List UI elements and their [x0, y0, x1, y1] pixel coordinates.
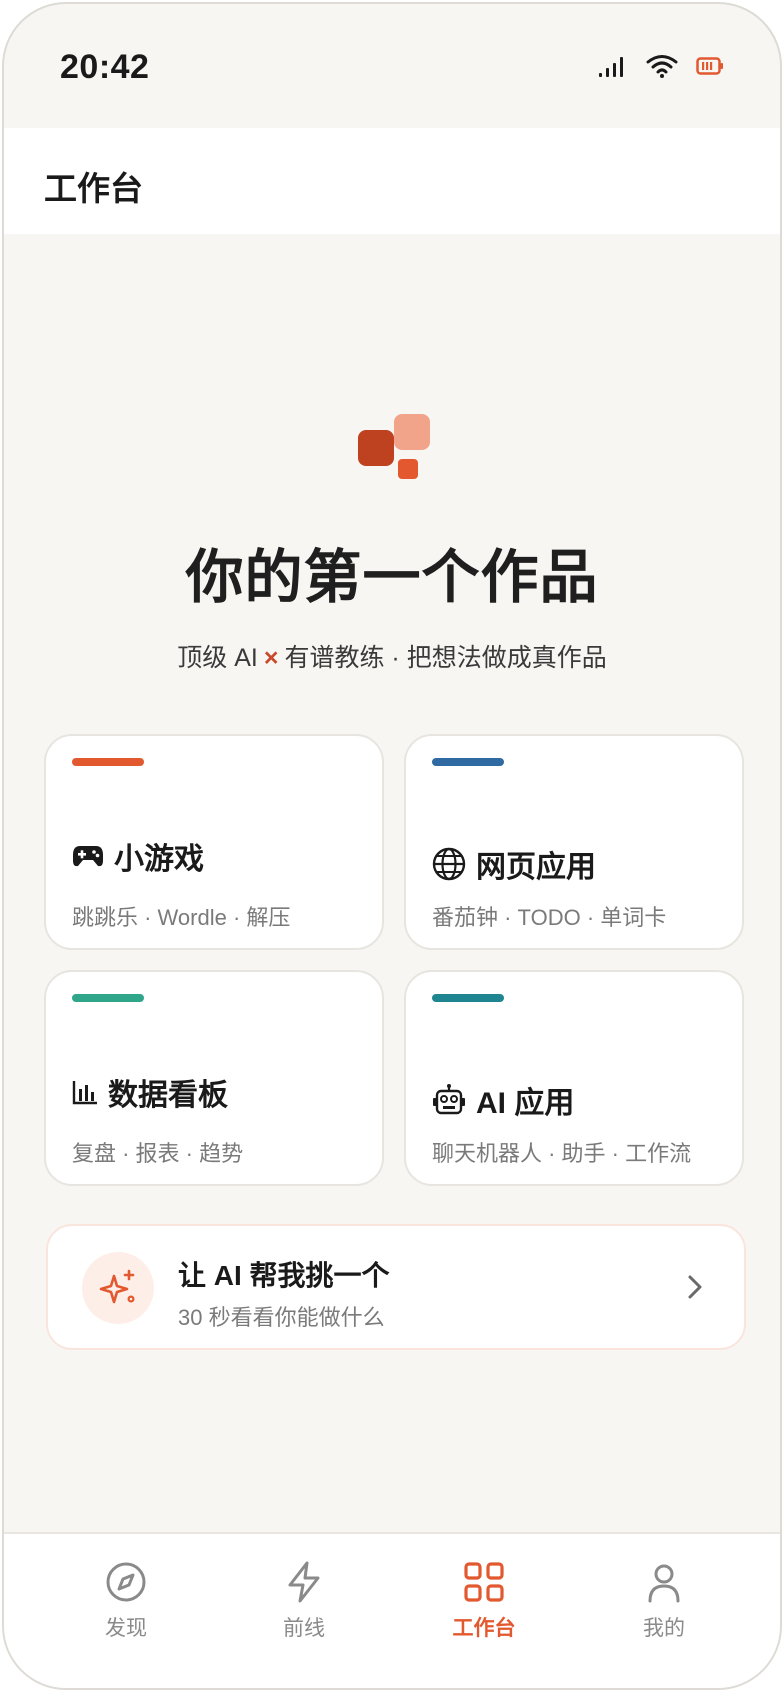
- nav-item-discover[interactable]: 发现: [66, 1560, 186, 1642]
- lightning-icon: [244, 1560, 364, 1604]
- x-mark: ×: [263, 644, 279, 672]
- status-time: 20:42: [60, 48, 150, 86]
- nav-label: 工作台: [452, 1617, 516, 1640]
- chevron-right-icon: [684, 1272, 706, 1307]
- wifi-icon: [646, 54, 678, 78]
- nav-label: 我的: [643, 1617, 685, 1640]
- card-title: 网页应用: [476, 851, 596, 884]
- compass-icon: [66, 1560, 186, 1604]
- card-accent: [72, 758, 144, 766]
- user-icon: [604, 1560, 724, 1604]
- card-accent: [432, 758, 504, 766]
- status-bar: 20:42: [4, 4, 780, 128]
- globe-icon: [432, 847, 466, 881]
- phone-frame: 20:42 工作台 你的第一个作品 顶级 AI × 有谱教练 · 把想法做成真作…: [2, 2, 782, 1690]
- card-subtitle: 复盘 · 报表 · 趋势: [72, 1141, 244, 1166]
- category-card-ai-apps[interactable]: AI 应用 聊天机器人 · 助手 · 工作流: [404, 970, 744, 1186]
- nav-label: 发现: [105, 1617, 147, 1640]
- battery-icon: [696, 56, 724, 76]
- hero-subtitle: 顶级 AI × 有谱教练 · 把想法做成真作品: [4, 638, 780, 674]
- nav-item-frontline[interactable]: 前线: [244, 1560, 364, 1642]
- card-subtitle: 聊天机器人 · 助手 · 工作流: [432, 1141, 692, 1166]
- bottom-nav: 发现 前线 工作台 我的: [4, 1532, 780, 1688]
- card-title: 数据看板: [108, 1079, 228, 1112]
- bar-chart-icon: [72, 1079, 98, 1105]
- hero-subtitle-left: 顶级 AI: [177, 644, 258, 672]
- nav-label: 前线: [283, 1617, 325, 1640]
- card-accent: [72, 994, 144, 1002]
- hero-title: 你的第一个作品: [185, 545, 599, 610]
- squares-logo-icon: [358, 414, 434, 482]
- nav-item-me[interactable]: 我的: [604, 1560, 724, 1642]
- card-title: 小游戏: [114, 843, 204, 876]
- card-title: AI 应用: [476, 1087, 575, 1120]
- page-title: 工作台: [44, 170, 143, 207]
- category-card-dashboards[interactable]: 数据看板 复盘 · 报表 · 趋势: [44, 970, 384, 1186]
- card-subtitle: 番茄钟 · TODO · 单词卡: [432, 905, 667, 930]
- category-card-web-apps[interactable]: 网页应用 番茄钟 · TODO · 单词卡: [404, 734, 744, 950]
- hero-subtitle-right: 有谱教练 · 把想法做成真作品: [284, 644, 607, 672]
- nav-item-workbench[interactable]: 工作台: [424, 1560, 544, 1642]
- gamepad-icon: [72, 844, 104, 868]
- robot-icon: [432, 1083, 466, 1117]
- ai-pick-button[interactable]: 让 AI 帮我挑一个 30 秒看看你能做什么: [46, 1224, 746, 1350]
- category-card-games[interactable]: 小游戏 跳跳乐 · Wordle · 解压: [44, 734, 384, 950]
- app-header: 工作台: [4, 128, 780, 234]
- cellular-signal-icon: [598, 54, 628, 78]
- sparkles-icon: [82, 1252, 154, 1324]
- card-accent: [432, 994, 504, 1002]
- grid-icon: [424, 1560, 544, 1604]
- card-subtitle: 跳跳乐 · Wordle · 解压: [72, 905, 291, 930]
- status-icons: [598, 54, 724, 78]
- ai-pick-subtitle: 30 秒看看你能做什么: [178, 1305, 385, 1330]
- ai-pick-title: 让 AI 帮我挑一个: [178, 1260, 390, 1291]
